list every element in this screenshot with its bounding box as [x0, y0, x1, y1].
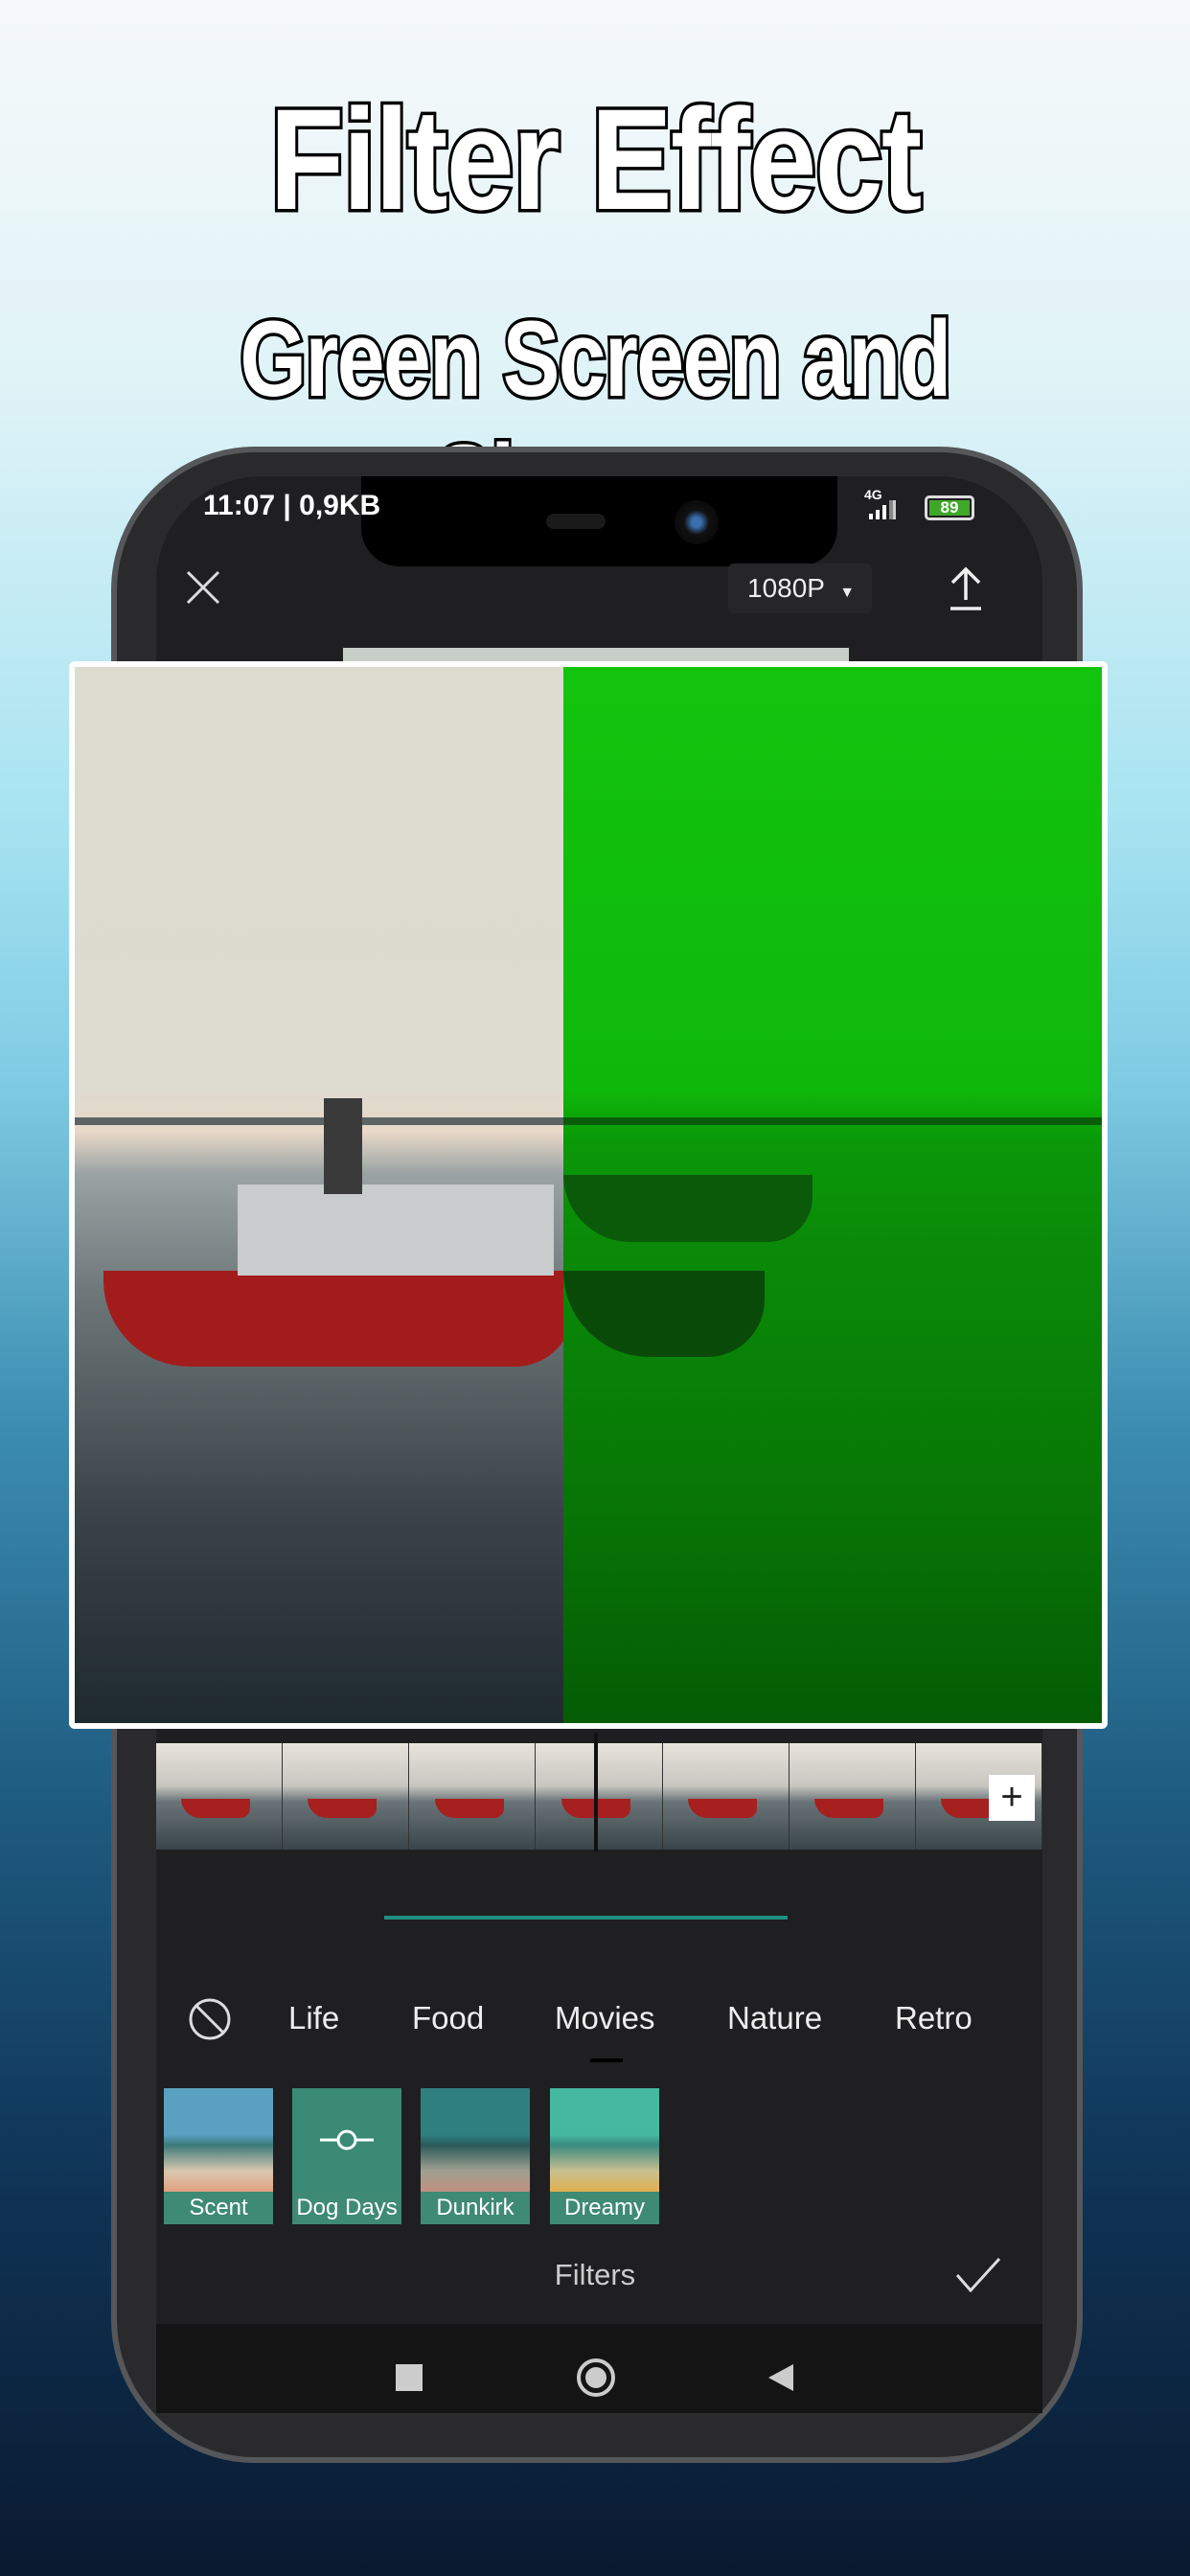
home-button[interactable]: [577, 2358, 615, 2397]
boat-mast: [324, 1098, 362, 1194]
recents-button[interactable]: [396, 2364, 423, 2391]
filter-dog-days[interactable]: Dog Days: [292, 2088, 401, 2224]
speaker: [546, 514, 606, 529]
filter-thumbnail: [421, 2088, 530, 2192]
playhead[interactable]: [594, 1733, 598, 1852]
filter-comparison-preview: [69, 661, 1108, 1729]
selected-category-indicator: [590, 2058, 623, 2062]
adjust-slider-icon: [292, 2088, 401, 2192]
headline-title: Filter Effect: [266, 76, 925, 243]
boat-green-near: [563, 1271, 765, 1357]
category-life[interactable]: Life: [288, 2000, 339, 2036]
no-filter-icon[interactable]: [188, 1997, 232, 2041]
filter-dreamy[interactable]: Dreamy: [550, 2088, 659, 2224]
timeline-frame: [409, 1743, 537, 1850]
boat-cabin: [238, 1184, 554, 1276]
add-clip-button[interactable]: +: [989, 1775, 1035, 1821]
timeline-frame: [536, 1743, 663, 1850]
back-button[interactable]: [767, 2362, 795, 2398]
filter-label: Dunkirk: [421, 2192, 530, 2224]
camera: [675, 500, 719, 544]
category-movies[interactable]: Movies: [555, 2000, 655, 2036]
confirm-check-icon[interactable]: [954, 2256, 1002, 2294]
category-food[interactable]: Food: [412, 2000, 484, 2036]
boat-green-far: [563, 1175, 812, 1242]
filter-label: Dreamy: [550, 2192, 659, 2224]
timeline-frame: [662, 1743, 790, 1850]
upload-icon[interactable]: [947, 565, 985, 611]
intensity-slider[interactable]: [384, 1916, 788, 1920]
category-nature[interactable]: Nature: [727, 2000, 822, 2036]
boat-hull: [103, 1271, 573, 1367]
timeline-frame: [283, 1743, 410, 1850]
timeline-strip[interactable]: [156, 1743, 1042, 1850]
timeline-frame: [156, 1743, 284, 1850]
caret-down-icon: ▼: [839, 585, 856, 601]
battery-icon: 89: [925, 495, 974, 520]
panel-title: Filters: [554, 2258, 636, 2291]
close-icon[interactable]: [184, 568, 222, 607]
resolution-value: 1080P: [747, 573, 825, 603]
timeline-frame: [789, 1743, 916, 1850]
horizon: [75, 1117, 563, 1125]
filter-thumbnail: [164, 2088, 273, 2192]
filter-label: Dog Days: [292, 2192, 401, 2224]
signal-icon: [867, 500, 896, 519]
resolution-dropdown[interactable]: 1080P ▼: [728, 564, 872, 613]
filter-thumbnail: [550, 2088, 659, 2192]
status-time: 11:07 | 0,9KB: [203, 490, 381, 521]
horizon-green: [563, 1117, 1102, 1125]
filter-label: Scent: [164, 2192, 273, 2224]
battery-level: 89: [929, 499, 970, 516]
filter-scent[interactable]: Scent: [164, 2088, 273, 2224]
filter-dunkirk[interactable]: Dunkirk: [421, 2088, 530, 2224]
original-video-half: [75, 667, 573, 1723]
category-retro[interactable]: Retro: [895, 2000, 973, 2036]
green-filter-half: [563, 667, 1102, 1723]
